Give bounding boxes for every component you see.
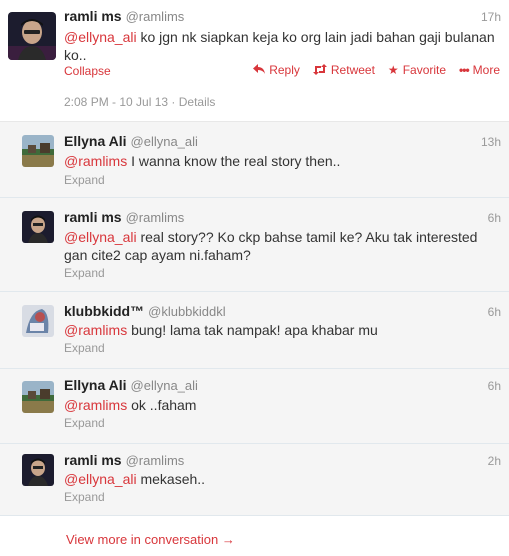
more-button[interactable]: ••• More bbox=[459, 63, 500, 77]
tweet-time[interactable]: 2h bbox=[488, 454, 501, 468]
author-name-text[interactable]: klubbkidd™ bbox=[64, 303, 144, 319]
tweet-text-part: bung! lama tak nampak! apa khabar mu bbox=[127, 322, 378, 338]
avatar[interactable] bbox=[22, 454, 54, 486]
view-more-conversation-link[interactable]: View more in conversation → bbox=[66, 532, 235, 547]
star-icon: ★ bbox=[387, 63, 399, 77]
tweet-time[interactable]: 13h bbox=[481, 135, 501, 149]
avatar[interactable] bbox=[22, 211, 54, 243]
more-dots-icon: ••• bbox=[459, 63, 470, 77]
reply-tweet[interactable]: ramli ms @ramlims 6h @ellyna_ali real sto… bbox=[0, 198, 509, 292]
tweet-text-part: gan cite2 cap ayam ni.faham? bbox=[64, 247, 251, 263]
expand-link[interactable]: Expand bbox=[64, 490, 105, 504]
tweet-text: @ellyna_ali real story?? Ko ckp bahse ta… bbox=[64, 228, 500, 264]
author-handle[interactable]: @ellyna_ali bbox=[131, 378, 198, 393]
author-name-text[interactable]: ramli ms bbox=[64, 452, 122, 468]
tweet-text-part: ko.. bbox=[64, 47, 87, 63]
author-name[interactable]: ramli ms @ramlims bbox=[64, 8, 184, 24]
reply-tweet[interactable]: ramli ms @ramlims 2h @ellyna_ali mekaseh.… bbox=[0, 444, 509, 516]
tweet-meta: 2:08 PM - 10 Jul 13 · Details bbox=[64, 95, 215, 109]
tweet-text: @ramlims bung! lama tak nampak! apa khab… bbox=[64, 321, 500, 339]
author-name-text[interactable]: ramli ms bbox=[64, 209, 122, 225]
more-label: More bbox=[472, 63, 500, 77]
expand-link[interactable]: Expand bbox=[64, 266, 105, 280]
tweet-time[interactable]: 17h bbox=[481, 10, 501, 24]
avatar[interactable] bbox=[22, 135, 54, 167]
avatar[interactable] bbox=[8, 12, 56, 60]
mention-link[interactable]: @ramlims bbox=[64, 322, 127, 338]
mention-link[interactable]: @ellyna_ali bbox=[64, 229, 137, 245]
author-handle[interactable]: @klubbkiddkl bbox=[148, 304, 226, 319]
tweet-text-part: ko jgn nk siapkan keja ko org lain jadi … bbox=[136, 29, 495, 45]
author-name-text[interactable]: Ellyna Ali bbox=[64, 377, 127, 393]
reply-icon bbox=[253, 63, 266, 77]
tweet-text: @ramlims ok ..faham bbox=[64, 396, 500, 414]
expand-link[interactable]: Expand bbox=[64, 416, 105, 430]
expand-link[interactable]: Expand bbox=[64, 341, 105, 355]
author-name[interactable]: Ellyna Ali @ellyna_ali bbox=[64, 377, 198, 393]
author-handle[interactable]: @ellyna_ali bbox=[131, 134, 198, 149]
expanded-tweet[interactable]: ramli ms @ramlims 17h @ellyna_ali ko jgn … bbox=[0, 0, 509, 122]
full-timestamp[interactable]: 2:08 PM - 10 Jul 13 bbox=[64, 95, 168, 109]
tweet-text-part: ok ..faham bbox=[127, 397, 197, 413]
tweet-text-part: real story?? Ko ckp bahse tamil ke? Aku … bbox=[136, 229, 478, 245]
tweet-time[interactable]: 6h bbox=[488, 379, 501, 393]
collapse-link[interactable]: Collapse bbox=[64, 64, 111, 78]
author-name-text[interactable]: Ellyna Ali bbox=[64, 133, 127, 149]
expand-link[interactable]: Expand bbox=[64, 173, 105, 187]
conversation-view: ramli ms @ramlims 17h @ellyna_ali ko jgn … bbox=[0, 0, 509, 556]
mention-link[interactable]: @ramlims bbox=[64, 397, 127, 413]
author-handle[interactable]: @ramlims bbox=[126, 9, 185, 24]
meta-separator: · bbox=[171, 95, 179, 109]
tweet-text: @ramlims I wanna know the real story the… bbox=[64, 152, 500, 170]
favorite-button[interactable]: ★ Favorite bbox=[388, 63, 446, 77]
reply-tweet[interactable]: klubbkidd™ @klubbkiddkl 6h @ramlims bung!… bbox=[0, 292, 509, 369]
mention-link[interactable]: @ellyna_ali bbox=[64, 29, 137, 45]
tweet-time[interactable]: 6h bbox=[488, 211, 501, 225]
details-link[interactable]: Details bbox=[179, 95, 216, 109]
reply-label: Reply bbox=[269, 63, 300, 77]
mention-link[interactable]: @ramlims bbox=[64, 153, 127, 169]
favorite-label: Favorite bbox=[402, 63, 447, 77]
author-name[interactable]: ramli ms @ramlims bbox=[64, 452, 184, 468]
tweet-text-part: I wanna know the real story then.. bbox=[127, 153, 341, 169]
tweet-time[interactable]: 6h bbox=[488, 305, 501, 319]
author-name-text[interactable]: ramli ms bbox=[64, 8, 122, 24]
tweet-text-part: mekaseh.. bbox=[136, 471, 206, 487]
tweet-actions: Reply Retweet ★ Favorite ••• More bbox=[253, 63, 500, 77]
retweet-icon bbox=[312, 63, 327, 77]
avatar[interactable] bbox=[22, 305, 54, 337]
author-name[interactable]: Ellyna Ali @ellyna_ali bbox=[64, 133, 198, 149]
tweet-text: @ellyna_ali mekaseh.. bbox=[64, 470, 500, 488]
retweet-label: Retweet bbox=[330, 63, 375, 77]
tweet-text: @ellyna_ali ko jgn nk siapkan keja ko or… bbox=[64, 28, 500, 64]
avatar[interactable] bbox=[22, 381, 54, 413]
retweet-button[interactable]: Retweet bbox=[312, 63, 375, 77]
reply-tweet[interactable]: Ellyna Ali @ellyna_ali 6h @ramlims ok ..f… bbox=[0, 369, 509, 444]
mention-link[interactable]: @ellyna_ali bbox=[64, 471, 137, 487]
author-name[interactable]: ramli ms @ramlims bbox=[64, 209, 184, 225]
author-handle[interactable]: @ramlims bbox=[126, 210, 185, 225]
author-handle[interactable]: @ramlims bbox=[126, 453, 185, 468]
reply-tweet[interactable]: Ellyna Ali @ellyna_ali 13h @ramlims I wan… bbox=[0, 122, 509, 198]
reply-button[interactable]: Reply bbox=[253, 63, 300, 77]
author-name[interactable]: klubbkidd™ @klubbkiddkl bbox=[64, 303, 226, 319]
